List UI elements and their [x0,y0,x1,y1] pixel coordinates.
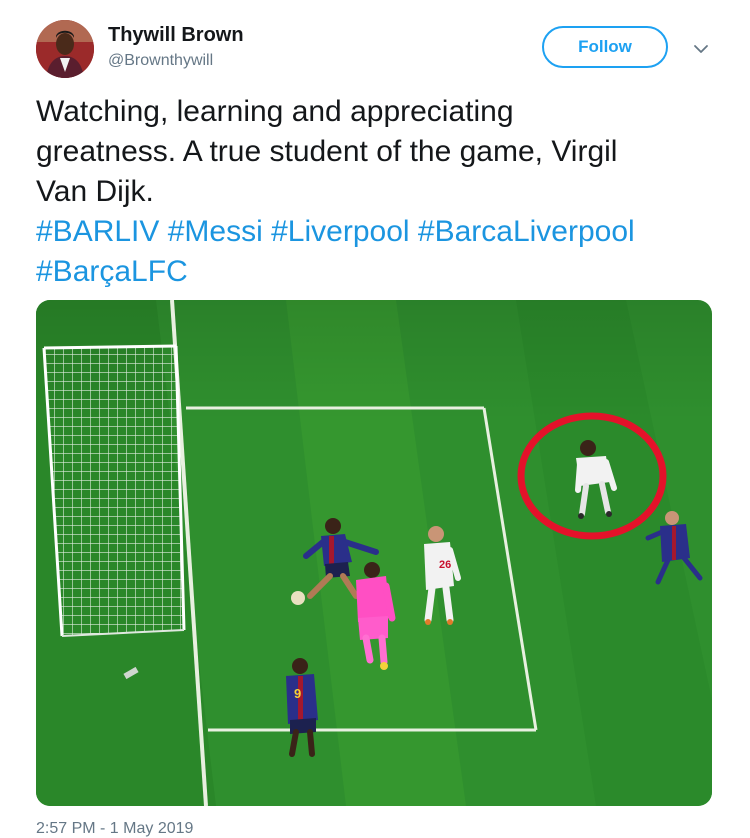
tweet-photo[interactable]: 26 9 [36,300,712,806]
hashtag-link[interactable]: #BARLIV [36,215,159,248]
chevron-down-icon[interactable] [690,38,712,60]
follow-button[interactable]: Follow [542,26,668,68]
avatar-image [36,20,94,78]
hashtag-link[interactable]: #Messi [168,215,263,248]
tweet-card: Thywill Brown @Brownthywill Follow Watch… [0,0,750,838]
avatar[interactable] [36,20,94,78]
tweet-text: Watching, learning and appreciating grea… [36,92,726,292]
jersey-number: 9 [294,686,301,701]
hashtag-line: #BARLIV #Messi #Liverpool #BarcaLiverpoo… [36,212,726,252]
tweet-text-line: Van Dijk. [36,175,154,208]
author-name[interactable]: Thywill Brown [108,24,244,47]
hashtag-link[interactable]: #BarcaLiverpool [418,215,635,248]
tweet-text-line: greatness. A true student of the game, V… [36,135,618,168]
author-handle[interactable]: @Brownthywill [108,52,213,70]
football-pitch-image: 26 9 [36,300,712,806]
timestamp[interactable]: 2:57 PM - 1 May 2019 [36,820,193,838]
hashtag-link[interactable]: #Liverpool [271,215,409,248]
hashtag-line: #BarçaLFC [36,252,726,292]
tweet-text-line: Watching, learning and appreciating [36,95,514,128]
jersey-number: 26 [439,559,451,571]
goal-net [42,344,186,637]
hashtag-link[interactable]: #BarçaLFC [36,255,188,288]
